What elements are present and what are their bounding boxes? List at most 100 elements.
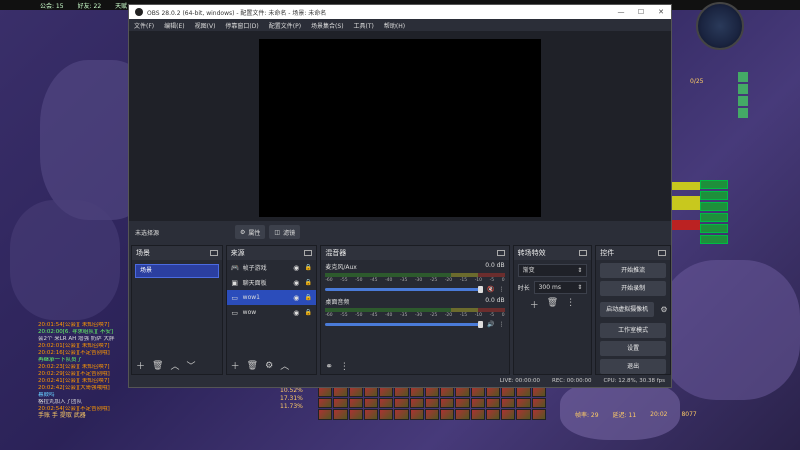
raid-frame[interactable] bbox=[700, 213, 728, 222]
settings-button[interactable]: 设置 bbox=[600, 341, 667, 356]
mute-icon[interactable]: 🔇 bbox=[487, 286, 494, 293]
action-slot[interactable] bbox=[424, 397, 440, 409]
action-slot[interactable] bbox=[440, 409, 455, 420]
raid-frame[interactable] bbox=[700, 180, 728, 189]
gear-icon[interactable]: ⚙ bbox=[265, 361, 273, 371]
transition-select[interactable]: 渐变 ⇕ bbox=[517, 264, 588, 277]
menu-item[interactable]: 文件(F) bbox=[134, 21, 154, 30]
action-slot[interactable] bbox=[501, 397, 516, 409]
gear-icon[interactable]: ⚙ bbox=[658, 305, 670, 314]
preview-canvas[interactable] bbox=[259, 39, 541, 217]
trash-icon[interactable]: 🗑 bbox=[152, 361, 163, 371]
action-slot[interactable] bbox=[470, 397, 485, 409]
source-item[interactable]: ▭ wow ◉ 🔒 bbox=[227, 305, 317, 320]
action-slot[interactable] bbox=[516, 397, 531, 409]
action-slot[interactable] bbox=[516, 409, 531, 420]
yellow-frame[interactable] bbox=[668, 196, 700, 210]
menu-item[interactable]: 帮助(H) bbox=[384, 21, 405, 30]
action-slot[interactable] bbox=[333, 397, 348, 409]
start-recording-button[interactable]: 开始录制 bbox=[600, 281, 667, 296]
add-icon[interactable]: ＋ bbox=[530, 298, 539, 311]
raid-frame[interactable] bbox=[700, 191, 728, 200]
chat-log[interactable]: 20:01:54[公会][ 未知召唤7] 20:02:00[6. 寻求组队][ 不… bbox=[38, 322, 128, 413]
source-item[interactable]: 🎮 帧子游戏 ◉ 🔒 bbox=[227, 260, 317, 275]
undock-icon[interactable] bbox=[658, 250, 667, 256]
lock-icon[interactable]: 🔒 bbox=[304, 309, 312, 316]
bottom-left-menu[interactable]: 手账 手 提取 武器 bbox=[38, 410, 86, 419]
close-icon[interactable]: ✕ bbox=[651, 8, 671, 16]
eye-icon[interactable]: ◉ bbox=[292, 279, 300, 287]
add-icon[interactable]: ＋ bbox=[136, 359, 145, 372]
lock-icon[interactable]: 🔒 bbox=[304, 294, 312, 301]
link-icon[interactable]: ⚭ bbox=[325, 362, 333, 372]
action-slot[interactable] bbox=[348, 397, 363, 409]
action-slot[interactable] bbox=[318, 397, 333, 409]
action-slot[interactable] bbox=[348, 409, 363, 420]
volume-slider[interactable] bbox=[325, 286, 484, 293]
raid-frame[interactable] bbox=[700, 224, 728, 233]
action-slot[interactable] bbox=[501, 409, 516, 420]
volume-slider[interactable] bbox=[325, 321, 484, 328]
start-virtual-camera-button[interactable]: 启动虚拟摄像机 bbox=[600, 302, 655, 317]
source-item[interactable]: ▭ wow1 ◉ 🔒 bbox=[226, 290, 317, 305]
action-slot[interactable] bbox=[394, 397, 409, 409]
menu-item[interactable]: 工具(T) bbox=[354, 21, 374, 30]
action-slot[interactable] bbox=[440, 397, 455, 409]
menu-item[interactable]: 停靠窗口(D) bbox=[225, 21, 258, 30]
action-bar[interactable] bbox=[318, 386, 546, 420]
action-slot[interactable] bbox=[379, 397, 394, 409]
chevron-up-icon[interactable]: ︿ bbox=[170, 359, 179, 372]
yellow-frame[interactable] bbox=[668, 182, 700, 190]
studio-mode-button[interactable]: 工作室模式 bbox=[600, 323, 667, 338]
action-slot[interactable] bbox=[363, 397, 379, 409]
raid-frame[interactable] bbox=[700, 235, 728, 244]
obs-titlebar[interactable]: OBS 28.0.2 (64-bit, windows) - 配置文件: 未命名… bbox=[129, 5, 671, 19]
friends-count[interactable]: 好友: 22 bbox=[78, 1, 102, 10]
action-slot[interactable] bbox=[424, 409, 440, 420]
trash-icon[interactable]: 🗑 bbox=[247, 361, 258, 371]
lock-icon[interactable]: 🔒 bbox=[304, 264, 312, 271]
properties-button[interactable]: ⚙ 属性 bbox=[235, 225, 266, 239]
minimize-icon[interactable]: — bbox=[611, 8, 631, 16]
action-slot[interactable] bbox=[409, 397, 424, 409]
exit-button[interactable]: 退出 bbox=[600, 359, 667, 374]
action-slot[interactable] bbox=[333, 409, 348, 420]
undock-icon[interactable] bbox=[209, 250, 218, 256]
duration-input[interactable]: 300 ms ⇕ bbox=[533, 281, 588, 294]
undock-icon[interactable] bbox=[304, 250, 313, 256]
menu-item[interactable]: 场景集合(S) bbox=[311, 21, 344, 30]
action-slot[interactable] bbox=[318, 409, 333, 420]
undock-icon[interactable] bbox=[579, 250, 588, 256]
action-slot[interactable] bbox=[531, 397, 546, 409]
chevron-up-icon[interactable]: ︿ bbox=[280, 359, 289, 372]
start-streaming-button[interactable]: 开始推流 bbox=[600, 263, 667, 278]
talent-label[interactable]: 天赋 bbox=[115, 1, 127, 10]
filters-button[interactable]: ◫ 滤镜 bbox=[269, 225, 301, 239]
menu-item[interactable]: 配置文件(P) bbox=[269, 21, 301, 30]
source-item[interactable]: ▣ 聊天面板 ◉ 🔒 bbox=[227, 275, 317, 290]
slider-handle[interactable] bbox=[478, 321, 484, 328]
action-slot[interactable] bbox=[455, 397, 470, 409]
eye-icon[interactable]: ◉ bbox=[292, 264, 300, 272]
maximize-icon[interactable]: ☐ bbox=[631, 8, 651, 16]
action-slot[interactable] bbox=[455, 409, 470, 420]
action-slot[interactable] bbox=[409, 409, 424, 420]
action-slot[interactable] bbox=[485, 397, 501, 409]
action-slot[interactable] bbox=[394, 409, 409, 420]
action-slot[interactable] bbox=[363, 409, 379, 420]
slider-handle[interactable] bbox=[478, 286, 484, 293]
menu-dots-icon[interactable]: ⋮ bbox=[499, 286, 505, 293]
chevron-down-icon[interactable]: ﹀ bbox=[186, 359, 195, 372]
action-slot[interactable] bbox=[485, 409, 501, 420]
add-icon[interactable]: ＋ bbox=[231, 359, 240, 372]
minimap[interactable] bbox=[696, 2, 744, 50]
menu-dots-icon[interactable]: ⋮ bbox=[340, 362, 349, 372]
action-slot[interactable] bbox=[379, 409, 394, 420]
menu-dots-icon[interactable]: ⋮ bbox=[566, 298, 575, 311]
menu-item[interactable]: 编辑(E) bbox=[164, 21, 184, 30]
lock-icon[interactable]: 🔒 bbox=[304, 279, 312, 286]
raid-frame[interactable] bbox=[700, 202, 728, 211]
menu-item[interactable]: 视图(V) bbox=[195, 21, 216, 30]
menu-dots-icon[interactable]: ⋮ bbox=[499, 321, 505, 328]
speaker-icon[interactable]: 🔊 bbox=[487, 321, 494, 328]
